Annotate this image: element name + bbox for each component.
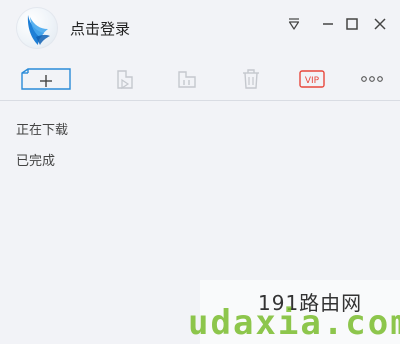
toolbar-divider: [0, 100, 400, 101]
pause-icon: [178, 71, 196, 88]
maximize-icon[interactable]: [342, 14, 362, 34]
nav-downloading[interactable]: 正在下载: [16, 119, 68, 138]
watermark-bottom-text: udaxia.com: [188, 303, 400, 343]
svg-text:VIP: VIP: [305, 76, 320, 86]
start-icon: [117, 70, 133, 90]
start-button[interactable]: [112, 66, 138, 92]
app-logo-icon[interactable]: [16, 7, 58, 49]
more-icon: [361, 76, 383, 82]
dropdown-menu-icon[interactable]: [284, 14, 304, 34]
minimize-icon[interactable]: [318, 14, 338, 34]
new-task-icon: [21, 68, 71, 90]
title-bar: 点击登录: [0, 0, 400, 56]
close-icon[interactable]: [370, 14, 390, 34]
vip-button[interactable]: VIP: [298, 66, 326, 92]
toolbar: VIP: [0, 60, 400, 98]
pause-button[interactable]: [174, 66, 200, 92]
new-task-button[interactable]: [20, 66, 72, 92]
download-manager-window: 点击登录 VIP 正在下载 已完成 191路由网 udaxia.com: [0, 0, 400, 344]
login-link[interactable]: 点击登录: [70, 18, 130, 39]
more-button[interactable]: [360, 66, 384, 92]
delete-button[interactable]: [238, 66, 264, 92]
trash-icon: [243, 69, 259, 89]
nav-completed[interactable]: 已完成: [16, 150, 55, 169]
vip-icon: VIP: [299, 70, 325, 88]
